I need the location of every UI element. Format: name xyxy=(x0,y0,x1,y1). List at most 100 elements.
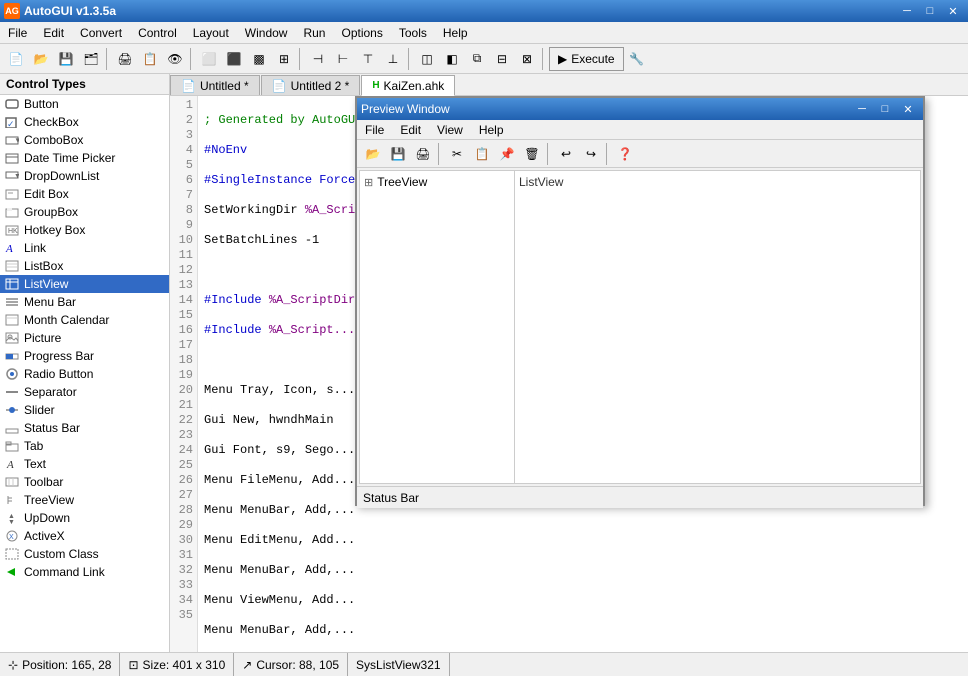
save-button[interactable]: 💾 xyxy=(54,47,78,71)
menu-window[interactable]: Window xyxy=(237,22,296,43)
menu-file[interactable]: File xyxy=(0,22,35,43)
ctrl-button[interactable]: Button xyxy=(0,95,169,113)
ctrl-editbox[interactable]: Edit Box xyxy=(0,185,169,203)
tb-btn-k[interactable]: ⧉ xyxy=(465,47,489,71)
tab-untitled1-label: Untitled * xyxy=(200,79,249,93)
menu-edit[interactable]: Edit xyxy=(35,22,72,43)
page-setup-button[interactable]: 📋 xyxy=(138,47,162,71)
treeview-icon xyxy=(4,492,20,508)
ctrl-customclass[interactable]: Custom Class xyxy=(0,545,169,563)
menu-help[interactable]: Help xyxy=(435,22,476,43)
ctrl-text[interactable]: A Text xyxy=(0,455,169,473)
tb-btn-i[interactable]: ◫ xyxy=(415,47,439,71)
preview-menu-edit[interactable]: Edit xyxy=(392,120,429,139)
preview-menu-view[interactable]: View xyxy=(429,120,471,139)
tb-btn-g[interactable]: ⊤ xyxy=(356,47,380,71)
tb-btn-n[interactable]: 🔧 xyxy=(625,47,649,71)
close-button[interactable]: ✕ xyxy=(942,2,964,20)
preview-title-text: Preview Window xyxy=(361,102,450,116)
minimize-button[interactable]: ─ xyxy=(896,2,918,20)
menu-options[interactable]: Options xyxy=(333,22,390,43)
maximize-button[interactable]: □ xyxy=(919,2,941,20)
ctrl-progress[interactable]: Progress Bar xyxy=(0,347,169,365)
menu-run[interactable]: Run xyxy=(295,22,333,43)
preview-maximize[interactable]: □ xyxy=(874,100,896,118)
tb-btn-m[interactable]: ⊠ xyxy=(515,47,539,71)
execute-button[interactable]: ▶ Execute xyxy=(549,47,624,71)
tab-untitled1[interactable]: 📄 Untitled * xyxy=(170,75,260,95)
preview-menu-file[interactable]: File xyxy=(357,120,392,139)
tb-btn-l[interactable]: ⊟ xyxy=(490,47,514,71)
ctrl-commandlink[interactable]: Command Link xyxy=(0,563,169,581)
ctrl-checkbox[interactable]: ✓ CheckBox xyxy=(0,113,169,131)
ctrl-listbox[interactable]: ListBox xyxy=(0,257,169,275)
svg-text:▼: ▼ xyxy=(8,519,15,524)
execute-icon: ▶ xyxy=(558,52,567,66)
ctrl-toolbar[interactable]: Toolbar xyxy=(0,473,169,491)
prev-tb-undo[interactable]: ↩ xyxy=(554,142,578,166)
tab-kaizenahk[interactable]: H KaiZen.ahk xyxy=(361,75,455,96)
prev-tb-help[interactable]: ❓ xyxy=(613,142,637,166)
tb-btn-j[interactable]: ◧ xyxy=(440,47,464,71)
open-button[interactable]: 📂 xyxy=(29,47,53,71)
prev-tb-paste[interactable]: 📌 xyxy=(495,142,519,166)
preview-menu-help[interactable]: Help xyxy=(471,120,512,139)
ctrl-hotkey[interactable]: HK Hotkey Box xyxy=(0,221,169,239)
tb-btn-d[interactable]: ⊞ xyxy=(272,47,296,71)
preview-close[interactable]: ✕ xyxy=(897,100,919,118)
prev-tb-delete[interactable]: 🗑 xyxy=(520,142,544,166)
prev-sep-2 xyxy=(547,143,551,165)
code-line-17: Menu ViewMenu, Add... xyxy=(204,593,962,608)
picture-icon xyxy=(4,330,20,346)
ctrl-updown[interactable]: ▲▼ UpDown xyxy=(0,509,169,527)
prev-tb-redo[interactable]: ↪ xyxy=(579,142,603,166)
menu-layout[interactable]: Layout xyxy=(185,22,237,43)
tab-untitled2[interactable]: 📄 Untitled 2 * xyxy=(261,75,361,95)
preview-minimize[interactable]: ─ xyxy=(851,100,873,118)
ctrl-menubar[interactable]: Menu Bar xyxy=(0,293,169,311)
prev-tb-print[interactable]: 🖨 xyxy=(411,142,435,166)
tb-btn-e[interactable]: ⊣ xyxy=(306,47,330,71)
ctrl-link[interactable]: A Link xyxy=(0,239,169,257)
prev-tb-open[interactable]: 📂 xyxy=(361,142,385,166)
menu-control[interactable]: Control xyxy=(130,22,185,43)
ctrl-radio[interactable]: Radio Button xyxy=(0,365,169,383)
updown-icon: ▲▼ xyxy=(4,510,20,526)
prev-tb-save[interactable]: 💾 xyxy=(386,142,410,166)
ctrl-statusbar[interactable]: Status Bar xyxy=(0,419,169,437)
position-value: Position: 165, 28 xyxy=(22,658,111,672)
ctrl-datetime[interactable]: Date Time Picker xyxy=(0,149,169,167)
ctrl-picture[interactable]: Picture xyxy=(0,329,169,347)
tb-btn-h[interactable]: ⊥ xyxy=(381,47,405,71)
separator-line-icon xyxy=(4,384,20,400)
dropdown-icon: ▼ xyxy=(4,168,20,184)
prev-sep-1 xyxy=(438,143,442,165)
save-all-button[interactable]: 🗂 xyxy=(79,47,103,71)
ctrl-activex[interactable]: X ActiveX xyxy=(0,527,169,545)
menu-convert[interactable]: Convert xyxy=(72,22,130,43)
code-editor[interactable]: 12345 678910 1112131415 1617181920 21222… xyxy=(170,96,968,652)
preview-button[interactable]: 👁 xyxy=(163,47,187,71)
tb-btn-f[interactable]: ⊢ xyxy=(331,47,355,71)
tb-btn-b[interactable]: ⬛ xyxy=(222,47,246,71)
ctrl-combobox[interactable]: ▼ ComboBox xyxy=(0,131,169,149)
commandlink-icon xyxy=(4,564,20,580)
ctrl-dropdown[interactable]: ▼ DropDownList xyxy=(0,167,169,185)
tb-btn-c[interactable]: ▩ xyxy=(247,47,271,71)
app-icon: AG xyxy=(4,3,20,19)
ctrl-groupbox[interactable]: GroupBox xyxy=(0,203,169,221)
ctrl-separator[interactable]: Separator xyxy=(0,383,169,401)
tree-expand-icon[interactable]: ⊞ xyxy=(364,176,373,189)
tb-btn-a[interactable]: ⬜ xyxy=(197,47,221,71)
ctrl-tab[interactable]: Tab xyxy=(0,437,169,455)
ctrl-monthcal[interactable]: Month Calendar xyxy=(0,311,169,329)
print-button[interactable]: 🖨 xyxy=(113,47,137,71)
menu-tools[interactable]: Tools xyxy=(391,22,435,43)
ctrl-listview[interactable]: ListView xyxy=(0,275,169,293)
prev-tb-cut[interactable]: ✂ xyxy=(445,142,469,166)
new-button[interactable]: 📄 xyxy=(4,47,28,71)
ctrl-treeview[interactable]: TreeView xyxy=(0,491,169,509)
prev-tb-copy[interactable]: 📋 xyxy=(470,142,494,166)
size-value: Size: 401 x 310 xyxy=(143,658,226,672)
ctrl-slider[interactable]: Slider xyxy=(0,401,169,419)
